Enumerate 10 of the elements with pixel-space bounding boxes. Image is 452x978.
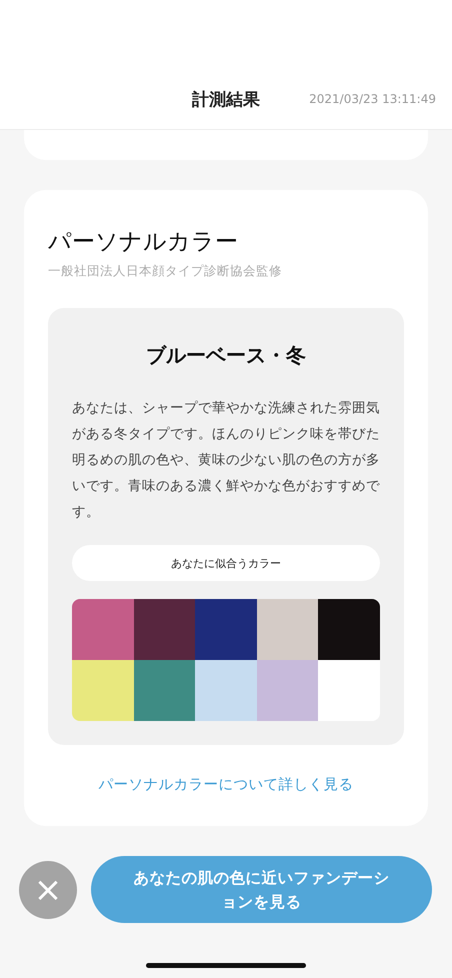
close-button[interactable]: × — [19, 860, 77, 918]
more-link[interactable]: パーソナルカラーについて詳しく見る — [94, 771, 358, 798]
palette-label[interactable]: あなたに似合うカラー — [72, 545, 380, 581]
card-title: パーソナルカラー — [48, 228, 239, 257]
screen-title: 計測結果 — [192, 89, 260, 111]
supervisor-note: 一般社団法人日本顔タイプ診断協会監修 — [48, 263, 283, 280]
foundation-button[interactable]: あなたの肌の色に近いファンデーションを見る — [91, 856, 432, 923]
timestamp: 2021/03/23 13:11:49 — [309, 91, 436, 106]
description: あなたは、シャープで華やかな洗練された雰囲気がある冬タイプです。ほんのりピンク味を帯びた明るめの肌の色や、黄味の少ない肌の色の方が多いです。青味のある濃く鮮やかな色がおすすめです。 — [72, 399, 380, 522]
color-type-title: ブルーベース・冬 — [145, 342, 307, 369]
